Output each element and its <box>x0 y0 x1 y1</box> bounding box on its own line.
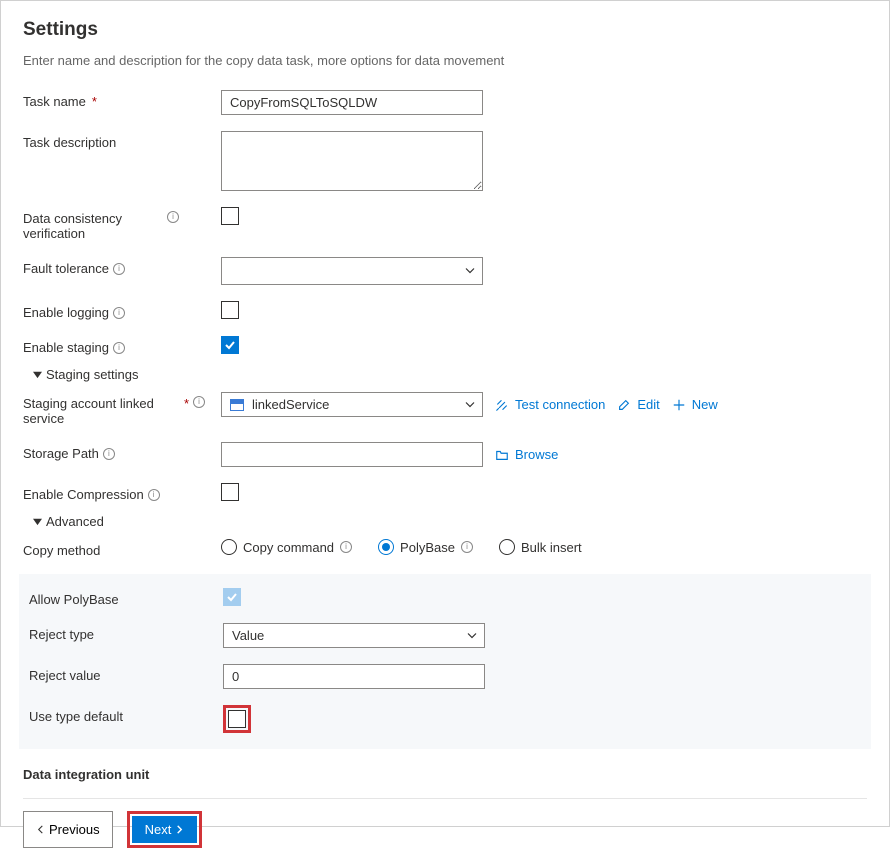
data-consistency-checkbox[interactable] <box>221 207 239 225</box>
reject-type-select[interactable]: Value <box>223 623 485 648</box>
task-name-input[interactable] <box>221 90 483 115</box>
data-integration-unit-label: Data integration unit <box>23 763 221 782</box>
task-name-label: Task name* <box>23 90 221 109</box>
data-consistency-label: Data consistency verification i <box>23 207 221 241</box>
advanced-toggle[interactable]: Advanced <box>33 514 867 529</box>
polybase-radio[interactable]: PolyBase i <box>378 539 473 555</box>
allow-polybase-checkbox <box>223 588 241 606</box>
info-icon[interactable]: i <box>113 342 125 354</box>
edit-button[interactable]: Edit <box>617 397 659 412</box>
info-icon[interactable]: i <box>193 396 205 408</box>
use-type-default-label: Use type default <box>23 705 223 724</box>
previous-button[interactable]: Previous <box>23 811 113 848</box>
info-icon[interactable]: i <box>103 448 115 460</box>
chevron-left-icon <box>36 822 45 837</box>
copy-command-radio[interactable]: Copy command i <box>221 539 352 555</box>
storage-path-label: Storage Path i <box>23 442 221 461</box>
enable-logging-checkbox[interactable] <box>221 301 239 319</box>
task-description-input[interactable] <box>221 131 483 191</box>
storage-path-input[interactable] <box>221 442 483 467</box>
reject-value-label: Reject value <box>23 664 223 683</box>
plus-icon <box>672 398 686 412</box>
new-button[interactable]: New <box>672 397 718 412</box>
next-button[interactable]: Next <box>132 816 198 843</box>
info-icon[interactable]: i <box>167 211 179 223</box>
caret-down-icon <box>33 367 42 382</box>
highlight-annotation: Next <box>127 811 203 848</box>
enable-staging-checkbox[interactable] <box>221 336 239 354</box>
enable-logging-label: Enable logging i <box>23 301 221 320</box>
bulk-insert-radio[interactable]: Bulk insert <box>499 539 582 555</box>
fault-tolerance-select[interactable] <box>221 257 483 285</box>
reject-type-label: Reject type <box>23 623 223 642</box>
chevron-right-icon <box>175 822 184 837</box>
linked-service-select[interactable]: linkedService <box>221 392 483 417</box>
page-title: Settings <box>23 19 867 41</box>
task-description-label: Task description <box>23 131 221 150</box>
info-icon[interactable]: i <box>340 541 352 553</box>
enable-staging-label: Enable staging i <box>23 336 221 355</box>
staging-settings-toggle[interactable]: Staging settings <box>33 367 867 382</box>
linked-service-icon <box>230 399 244 411</box>
staging-linked-service-label: Staging account linked service * i <box>23 392 221 426</box>
reject-value-input[interactable] <box>223 664 485 689</box>
info-icon[interactable]: i <box>148 489 160 501</box>
polybase-settings-panel: Allow PolyBase Reject type Value <box>19 574 871 749</box>
highlight-annotation <box>223 705 251 733</box>
info-icon[interactable]: i <box>461 541 473 553</box>
page-subtitle: Enter name and description for the copy … <box>23 53 867 68</box>
caret-down-icon <box>33 514 42 529</box>
browse-button[interactable]: Browse <box>495 447 558 462</box>
test-connection-button[interactable]: Test connection <box>495 397 605 412</box>
info-icon[interactable]: i <box>113 263 125 275</box>
info-icon[interactable]: i <box>113 307 125 319</box>
folder-icon <box>495 448 509 462</box>
fault-tolerance-label: Fault tolerance i <box>23 257 221 276</box>
copy-method-label: Copy method <box>23 539 221 558</box>
use-type-default-checkbox[interactable] <box>228 710 246 728</box>
pencil-icon <box>617 398 631 412</box>
allow-polybase-label: Allow PolyBase <box>23 588 223 607</box>
plug-icon <box>495 398 509 412</box>
enable-compression-label: Enable Compression i <box>23 483 221 502</box>
enable-compression-checkbox[interactable] <box>221 483 239 501</box>
